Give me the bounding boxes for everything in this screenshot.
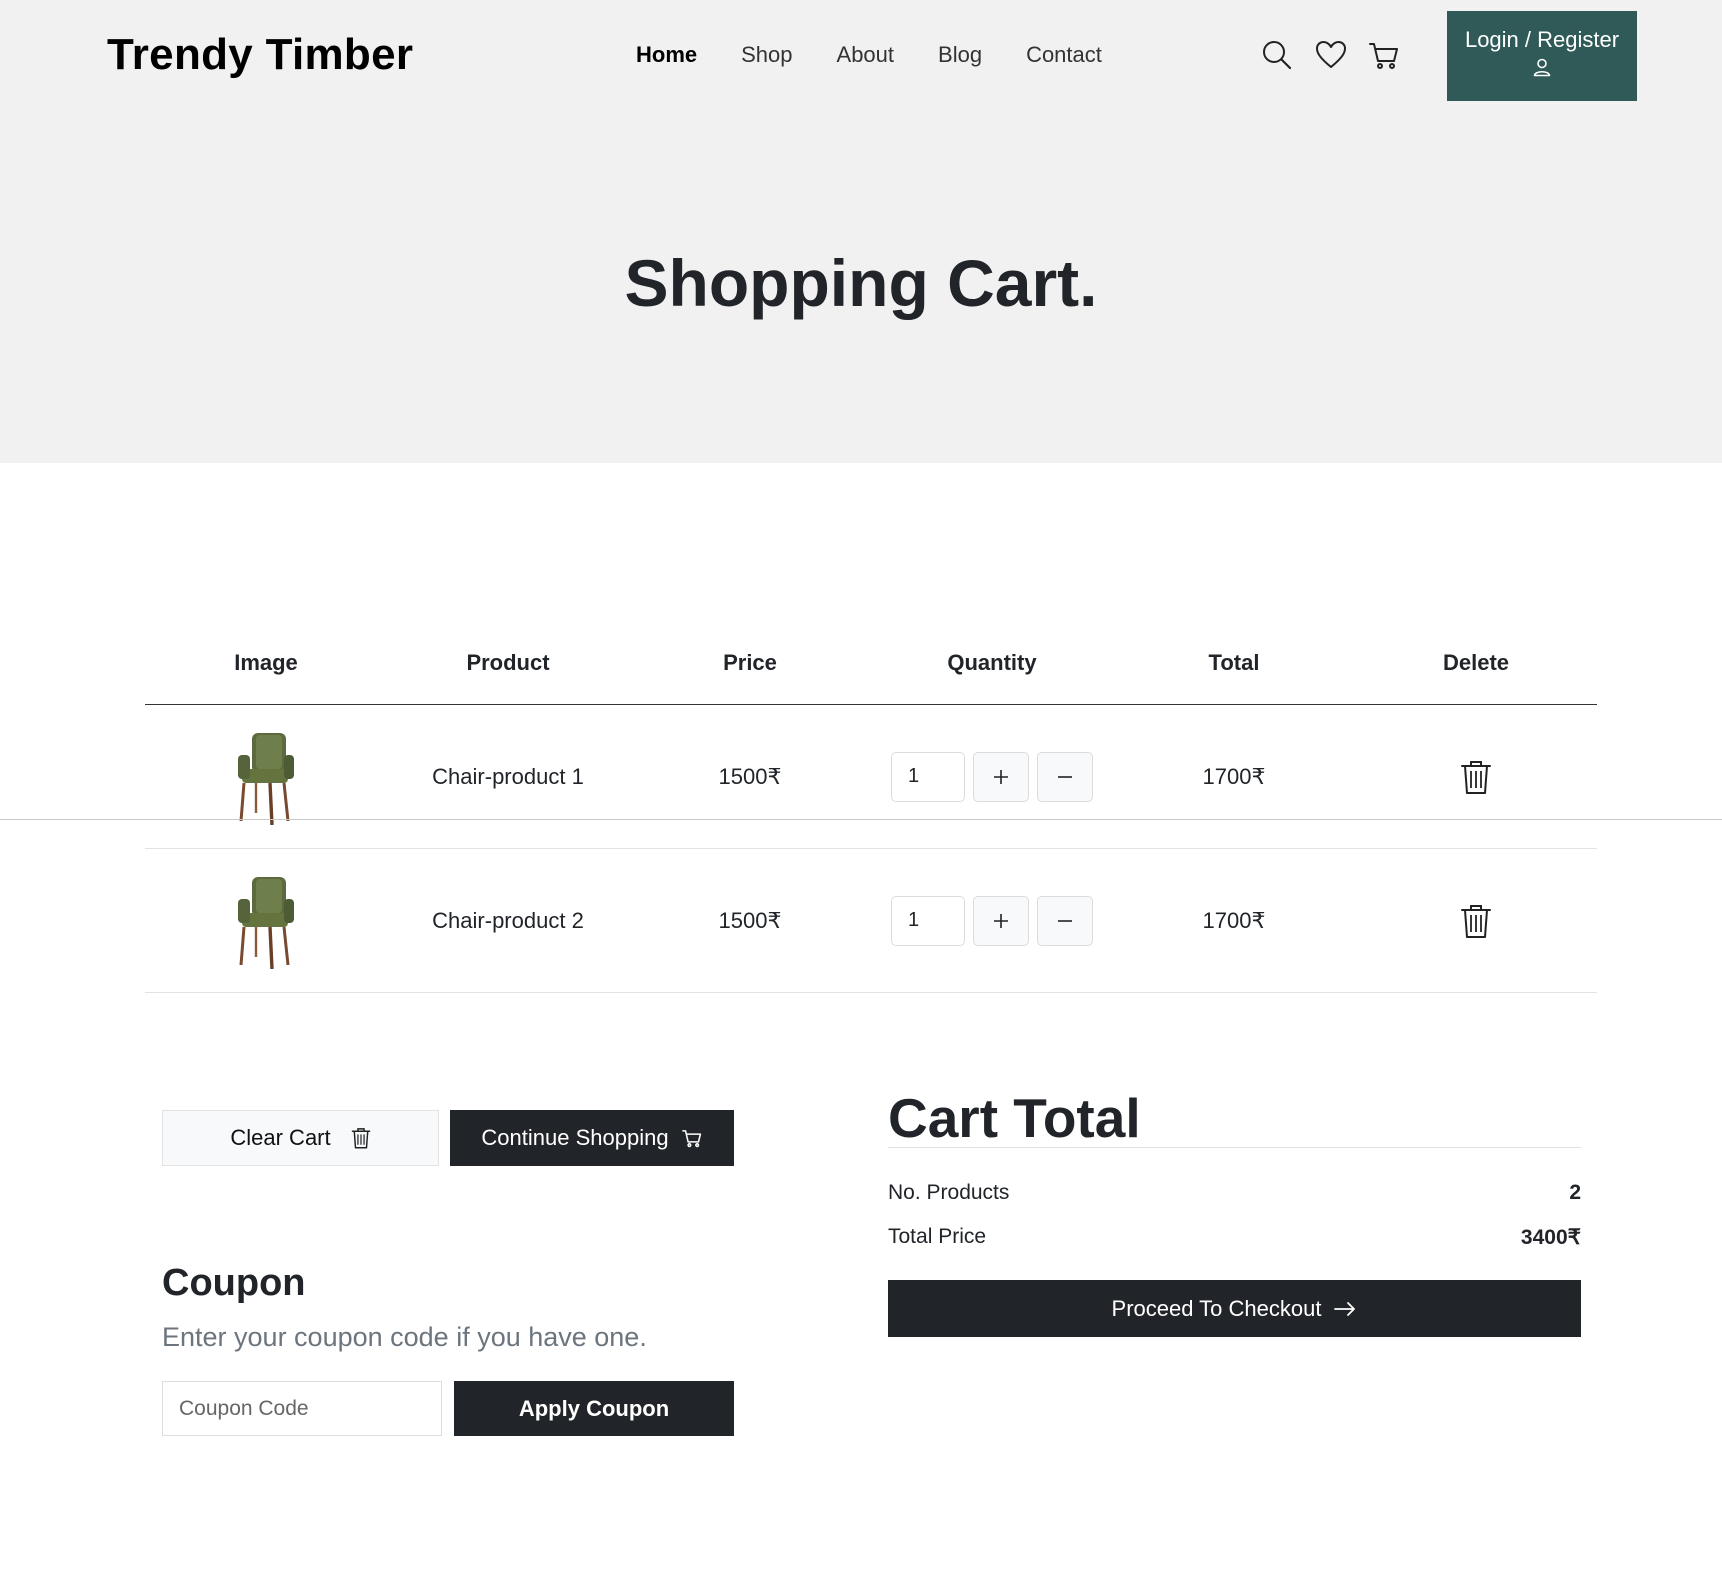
nav-home[interactable]: Home	[636, 42, 697, 68]
quantity-increase-button[interactable]	[973, 895, 1029, 946]
product-name[interactable]: Chair-product 2	[387, 908, 629, 934]
coupon-code-input[interactable]	[162, 1381, 442, 1436]
arrow-right-icon	[1334, 1301, 1356, 1316]
nav-blog[interactable]: Blog	[938, 42, 982, 68]
table-row: Chair-product 2 1500₹ 1700₹	[145, 849, 1597, 993]
product-price: 1500₹	[718, 763, 782, 789]
quantity-input[interactable]	[891, 895, 965, 946]
quantity-input[interactable]	[891, 751, 965, 802]
quantity-increase-button[interactable]	[973, 751, 1029, 802]
product-name[interactable]: Chair-product 1	[387, 764, 629, 790]
products-count-value: 2	[1569, 1181, 1581, 1204]
cart-total-title: Cart Total	[888, 1087, 1141, 1149]
clear-cart-label: Clear Cart	[230, 1125, 331, 1150]
apply-coupon-button[interactable]: Apply Coupon	[454, 1381, 734, 1436]
minus-icon	[1058, 919, 1072, 922]
cart-total-divider	[888, 1147, 1581, 1148]
chair-product-image	[238, 732, 294, 825]
plus-icon	[994, 913, 1008, 928]
trash-icon[interactable]	[1460, 903, 1492, 939]
nav-about[interactable]: About	[837, 42, 895, 68]
header-product: Product	[466, 650, 550, 675]
coupon-subtitle: Enter your coupon code if you have one.	[162, 1322, 647, 1352]
header-price: Price	[723, 650, 777, 675]
minus-icon	[1058, 775, 1072, 778]
continue-shopping-button[interactable]: Continue Shopping	[450, 1110, 734, 1166]
total-price-value: 3400₹	[1520, 1226, 1581, 1249]
cart-icon	[681, 1130, 701, 1148]
brand-logo[interactable]: Trendy Timber	[107, 30, 413, 80]
delete-cell	[1355, 903, 1597, 939]
page-title: Shopping Cart.	[624, 246, 1098, 320]
nav-shop[interactable]: Shop	[741, 42, 792, 68]
proceed-to-checkout-button[interactable]: Proceed To Checkout	[888, 1280, 1581, 1337]
plus-icon	[994, 769, 1008, 784]
chair-product-image	[238, 876, 294, 969]
table-header-row: Image Product Price Quantity Total Delet…	[145, 630, 1597, 705]
trash-icon	[351, 1128, 370, 1149]
clear-cart-button[interactable]: Clear Cart	[162, 1110, 439, 1166]
trash-icon[interactable]	[1460, 759, 1492, 795]
quantity-decrease-button[interactable]	[1037, 751, 1093, 802]
quantity-decrease-button[interactable]	[1037, 895, 1093, 946]
nav-contact[interactable]: Contact	[1026, 42, 1102, 68]
continue-shopping-label: Continue Shopping	[481, 1125, 669, 1150]
product-image-cell	[145, 729, 387, 825]
coupon-title: Coupon	[162, 1262, 306, 1304]
heart-icon[interactable]	[1314, 38, 1348, 72]
quantity-stepper	[871, 751, 1113, 802]
total-price-row: Total Price 3400₹	[888, 1225, 1581, 1250]
cart-icon[interactable]	[1367, 38, 1401, 72]
search-icon[interactable]	[1260, 38, 1294, 72]
total-price-label: Total Price	[888, 1225, 987, 1248]
divider	[0, 819, 1722, 820]
row-total: 1700₹	[1202, 763, 1266, 789]
header-quantity: Quantity	[947, 650, 1037, 675]
quantity-stepper	[871, 895, 1113, 946]
product-image-cell	[145, 873, 387, 969]
login-register-button[interactable]: Login / Register	[1447, 11, 1637, 101]
products-count-row: No. Products 2	[888, 1181, 1581, 1205]
delete-cell	[1355, 759, 1597, 795]
row-total: 1700₹	[1202, 907, 1266, 933]
main-nav: Home Shop About Blog Contact	[636, 42, 1146, 68]
header-delete: Delete	[1442, 650, 1510, 675]
header-total: Total	[1208, 650, 1260, 675]
user-icon	[1533, 58, 1551, 77]
product-price: 1500₹	[718, 907, 782, 933]
products-count-label: No. Products	[888, 1181, 1010, 1204]
checkout-label: Proceed To Checkout	[1111, 1295, 1322, 1321]
cart-table: Image Product Price Quantity Total Delet…	[145, 630, 1597, 993]
table-row: Chair-product 1 1500₹ 1700₹	[145, 705, 1597, 849]
header-image: Image	[234, 650, 298, 675]
login-register-label: Login / Register	[1464, 27, 1620, 52]
